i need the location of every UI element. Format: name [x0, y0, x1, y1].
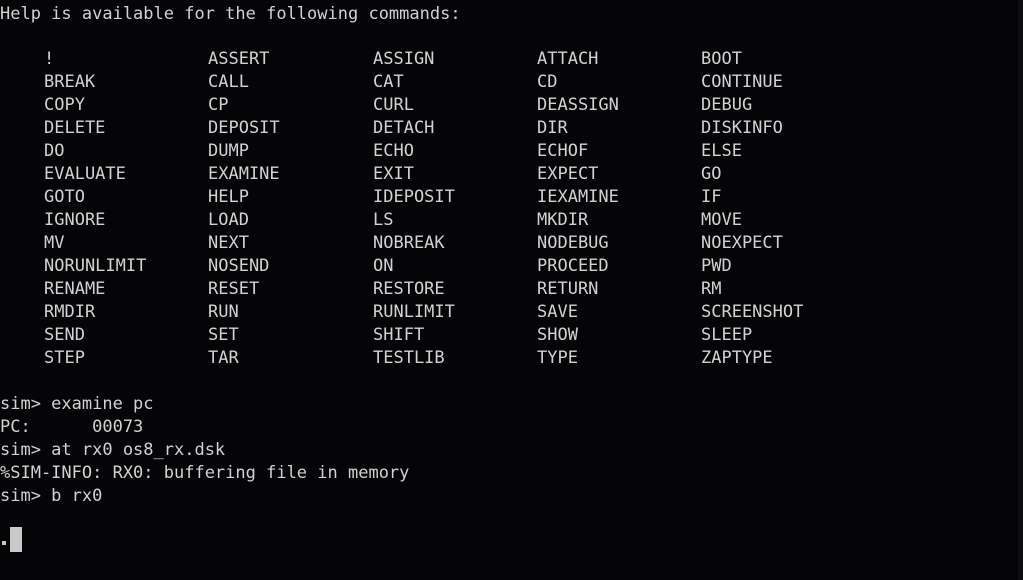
command-name: SLEEP	[701, 325, 753, 345]
command-row: BREAK CALL CAT CD CONTINUE	[0, 71, 1023, 94]
command-name: ECHO	[373, 141, 414, 161]
command-name: CP	[208, 95, 229, 115]
cursor-dot-marker	[2, 541, 6, 545]
command-row: EVALUATE EXAMINE EXIT EXPECT GO	[0, 163, 1023, 186]
command-name: PWD	[701, 256, 732, 276]
command-name: CONTINUE	[701, 72, 783, 92]
command-name: EXAMINE	[208, 164, 280, 184]
command-row: ! ASSERT ASSIGN ATTACH BOOT	[0, 48, 1023, 71]
command-name: IDEPOSIT	[373, 187, 455, 207]
command-name: DEASSIGN	[537, 95, 619, 115]
command-row: RMDIR RUN RUNLIMIT SAVE SCREENSHOT	[0, 301, 1023, 324]
command-name: EXIT	[373, 164, 414, 184]
command-name: TESTLIB	[373, 348, 445, 368]
command-name: TYPE	[537, 348, 578, 368]
session-output-log: sim> examine pc PC: 00073 sim> at rx0 os8_…	[0, 393, 1023, 508]
command-name: RENAME	[44, 279, 106, 299]
terminal-output-line: sim> examine pc	[0, 394, 154, 414]
command-name: ASSIGN	[373, 49, 435, 69]
command-name: SAVE	[537, 302, 578, 322]
command-name: RETURN	[537, 279, 599, 299]
command-name: GOTO	[44, 187, 85, 207]
command-name: DO	[44, 141, 65, 161]
command-name: BOOT	[701, 49, 742, 69]
command-name: SET	[208, 325, 239, 345]
command-row: DO DUMP ECHO ECHOF ELSE	[0, 140, 1023, 163]
command-row: COPY CP CURL DEASSIGN DEBUG	[0, 94, 1023, 117]
command-name: COPY	[44, 95, 85, 115]
command-name: MV	[44, 233, 65, 253]
command-name: TAR	[208, 348, 239, 368]
command-name: DETACH	[373, 118, 435, 138]
command-name: ON	[373, 256, 394, 276]
command-name: MOVE	[701, 210, 742, 230]
command-name: LOAD	[208, 210, 249, 230]
command-name: SEND	[44, 325, 85, 345]
command-row: GOTO HELP IDEPOSIT IEXAMINE IF	[0, 186, 1023, 209]
command-name: SHOW	[537, 325, 578, 345]
command-name: DISKINFO	[701, 118, 783, 138]
command-row: SEND SET SHIFT SHOW SLEEP	[0, 324, 1023, 347]
command-name: NOEXPECT	[701, 233, 783, 253]
command-name: NOSEND	[208, 256, 270, 276]
command-name: CAT	[373, 72, 404, 92]
command-name: CURL	[373, 95, 414, 115]
command-row: STEP TAR TESTLIB TYPE ZAPTYPE	[0, 347, 1023, 370]
command-name: EXPECT	[537, 164, 599, 184]
command-name: RESTORE	[373, 279, 445, 299]
command-name: NORUNLIMIT	[44, 256, 147, 276]
command-name: SCREENSHOT	[701, 302, 804, 322]
command-name: !	[44, 49, 55, 69]
command-name: IEXAMINE	[537, 187, 619, 207]
command-name: EVALUATE	[44, 164, 126, 184]
command-name: ELSE	[701, 141, 742, 161]
command-name: CD	[537, 72, 558, 92]
command-name: ECHOF	[537, 141, 589, 161]
command-row: DELETE DEPOSIT DETACH DIR DISKINFO	[0, 117, 1023, 140]
command-name: STEP	[44, 348, 85, 368]
command-name: ASSERT	[208, 49, 270, 69]
command-name: DEBUG	[701, 95, 753, 115]
command-name: NOBREAK	[373, 233, 445, 253]
command-name: GO	[701, 164, 722, 184]
command-row: RENAME RESET RESTORE RETURN RM	[0, 278, 1023, 301]
command-name: RUN	[208, 302, 239, 322]
command-row: MV NEXT NOBREAK NODEBUG NOEXPECT	[0, 232, 1023, 255]
command-name: MKDIR	[537, 210, 589, 230]
command-name: IGNORE	[44, 210, 106, 230]
command-name: NEXT	[208, 233, 249, 253]
terminal-screen[interactable]: Help is available for the following comm…	[0, 0, 1023, 580]
command-name: CALL	[208, 72, 249, 92]
command-name: ZAPTYPE	[701, 348, 773, 368]
command-name: PROCEED	[537, 256, 609, 276]
prompt-cursor-row[interactable]	[0, 527, 1023, 553]
command-name: DELETE	[44, 118, 106, 138]
command-name: HELP	[208, 187, 249, 207]
command-name: LS	[373, 210, 394, 230]
command-name: BREAK	[44, 72, 96, 92]
command-name: RMDIR	[44, 302, 96, 322]
command-row: NORUNLIMIT NOSEND ON PROCEED PWD	[0, 255, 1023, 278]
command-name: DEPOSIT	[208, 118, 280, 138]
command-name: SHIFT	[373, 325, 425, 345]
help-header-text: Help is available for the following comm…	[0, 4, 461, 24]
command-name: RM	[701, 279, 722, 299]
command-name: RUNLIMIT	[373, 302, 455, 322]
terminal-output-line: sim> b rx0	[0, 486, 103, 506]
terminal-output-line: sim> at rx0 os8_rx.dsk	[0, 440, 226, 460]
terminal-output-line: %SIM-INFO: RX0: buffering file in memory	[0, 463, 410, 483]
command-name: DUMP	[208, 141, 249, 161]
command-list-grid: ! ASSERT ASSIGN ATTACH BOOT BREAK CALL CAT CD CON…	[0, 48, 1023, 370]
command-name: IF	[701, 187, 722, 207]
command-name: ATTACH	[537, 49, 599, 69]
terminal-output-line: PC: 00073	[0, 417, 144, 437]
command-row: IGNORE LOAD LS MKDIR MOVE	[0, 209, 1023, 232]
command-name: RESET	[208, 279, 260, 299]
command-name: DIR	[537, 118, 568, 138]
text-cursor-block	[10, 527, 22, 552]
command-name: NODEBUG	[537, 233, 609, 253]
